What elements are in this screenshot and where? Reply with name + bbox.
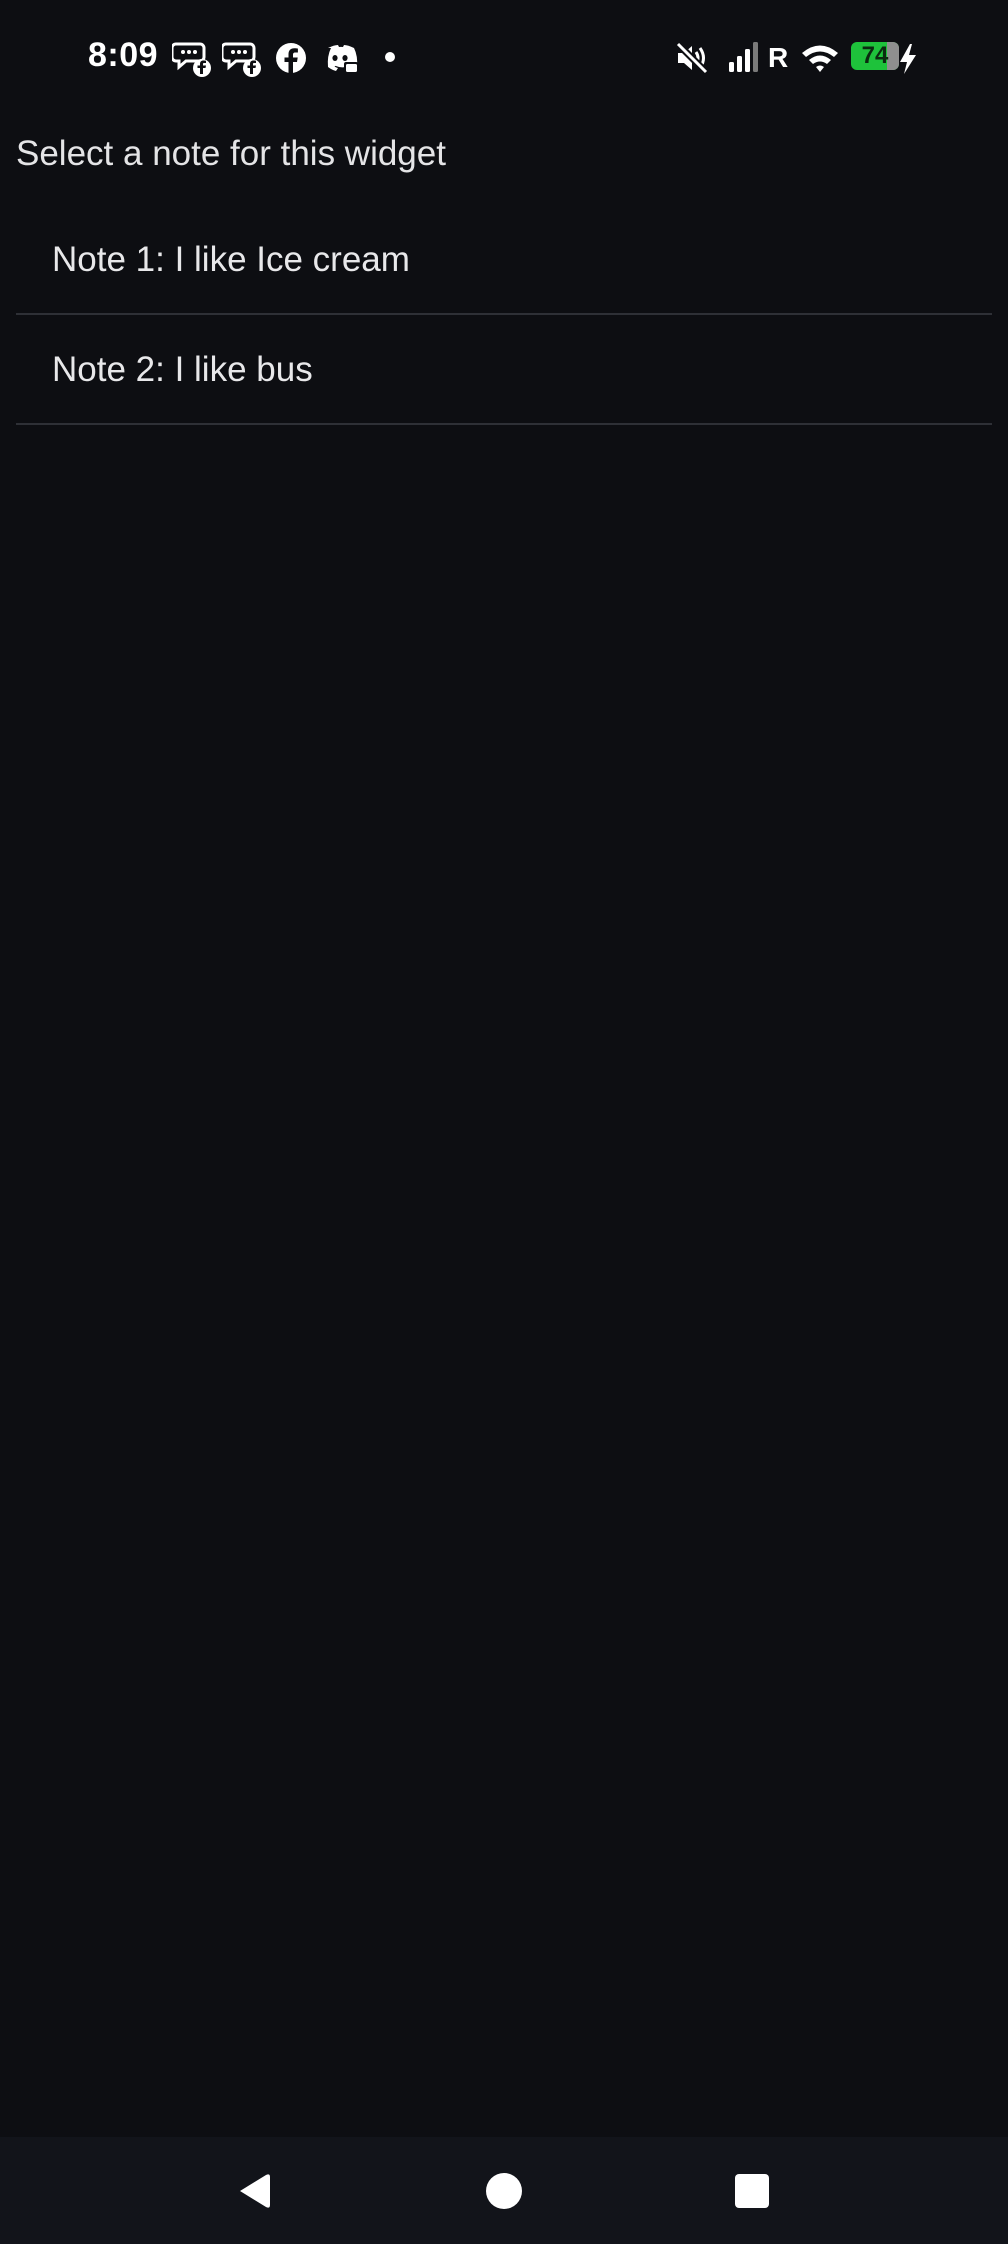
screen: 8:09 R 74 Select a note for this widget …: [0, 0, 1008, 2244]
messenger-icon: [172, 42, 211, 77]
note-label: Note 2: I like bus: [52, 350, 313, 389]
back-icon[interactable]: [230, 2167, 278, 2215]
notification-dot: [385, 52, 395, 62]
battery-icon: 74: [851, 42, 899, 70]
list-item-note-1[interactable]: Note 1: I like Ice cream: [16, 205, 992, 315]
charging-icon: [900, 44, 916, 74]
recents-icon[interactable]: [728, 2167, 776, 2215]
wifi-icon: [802, 45, 838, 72]
status-time: 8:09: [88, 36, 159, 74]
messenger-icon: [222, 42, 261, 77]
facebook-icon: [276, 43, 306, 74]
note-list: Note 1: I like Ice cream Note 2: I like …: [16, 205, 992, 425]
note-label: Note 1: I like Ice cream: [52, 240, 410, 279]
signal-icon: [729, 42, 758, 72]
roaming-icon: R: [768, 42, 789, 73]
mute-icon: [675, 41, 709, 75]
list-item-note-2[interactable]: Note 2: I like bus: [16, 315, 992, 425]
page-title: Select a note for this widget: [16, 134, 446, 173]
status-bar: 8:09 R 74: [0, 0, 1008, 116]
navigation-bar: [0, 2137, 1008, 2244]
battery-level: 74: [861, 42, 889, 69]
discord-icon: [327, 45, 358, 74]
home-icon[interactable]: [480, 2167, 528, 2215]
